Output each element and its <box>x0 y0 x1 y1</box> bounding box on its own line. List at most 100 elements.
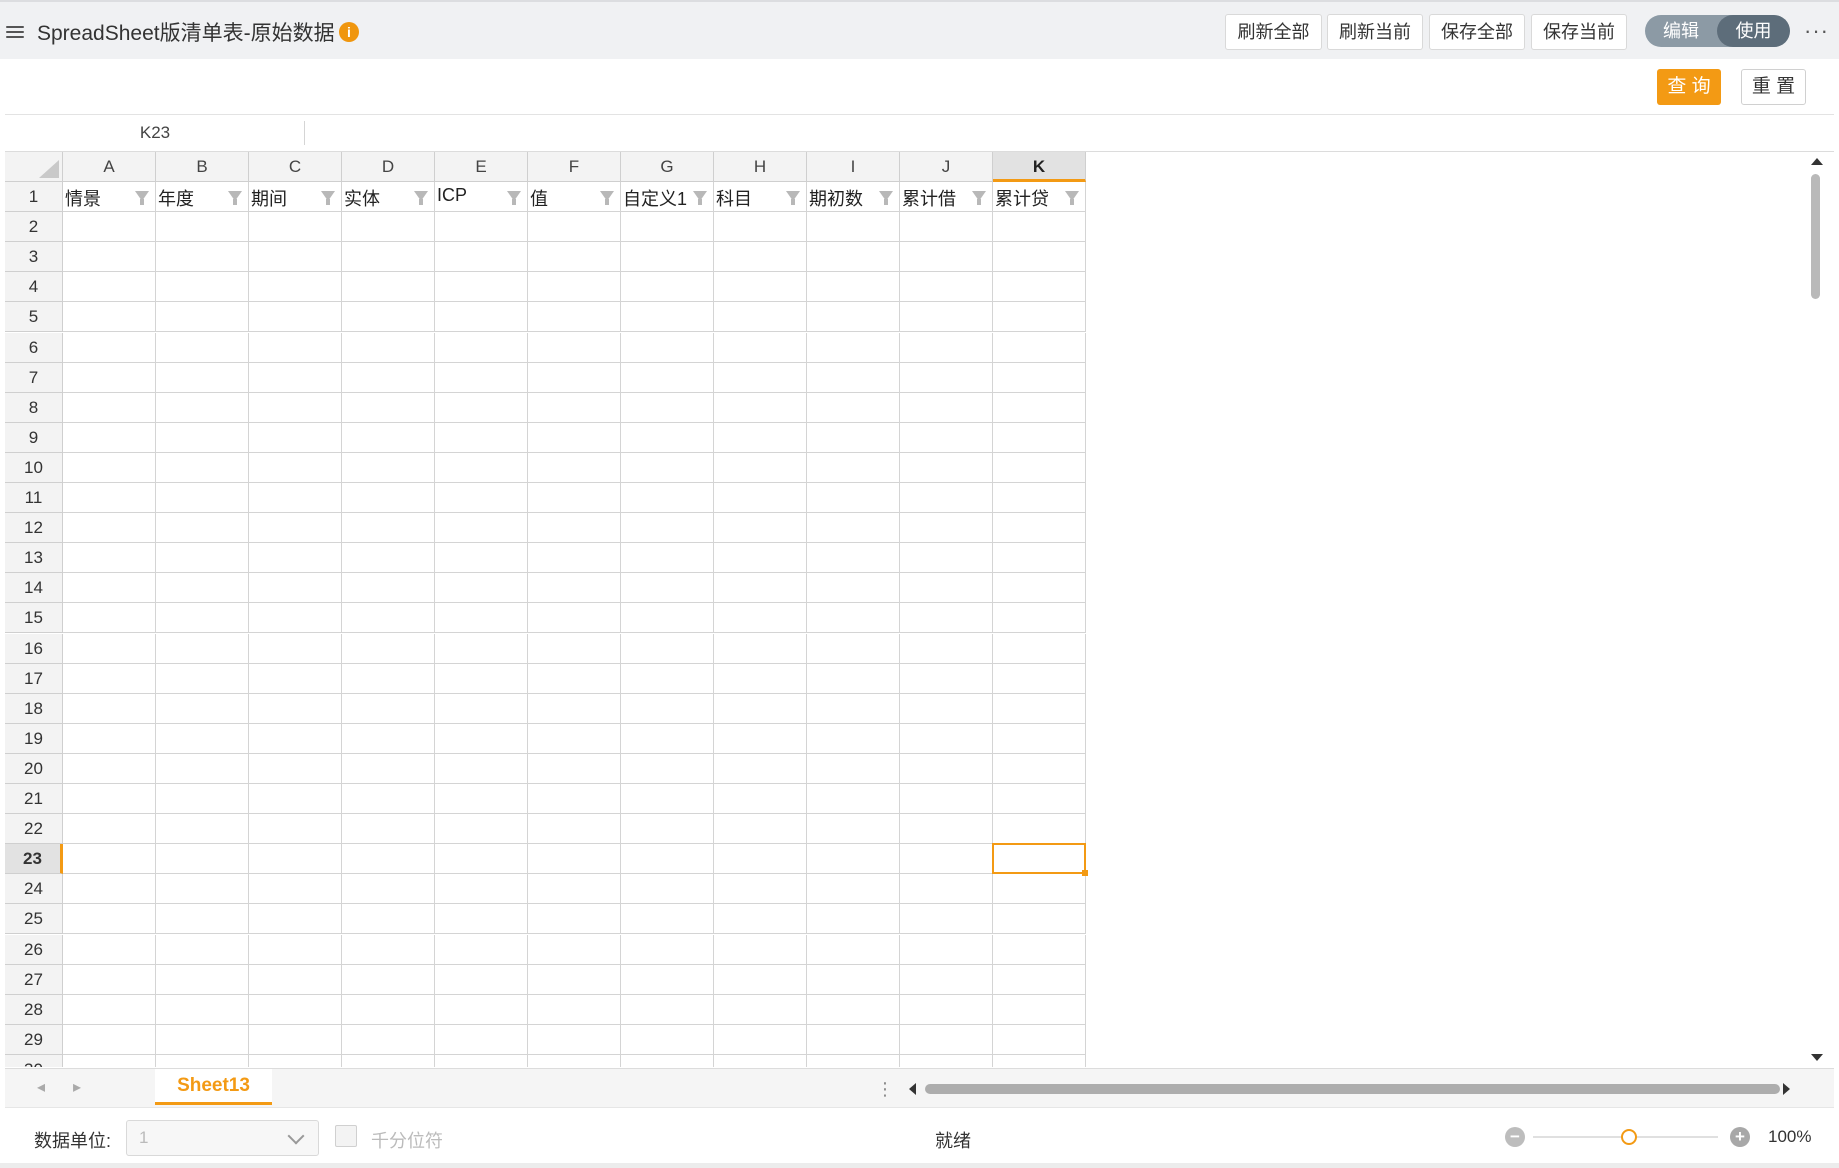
cell-k19[interactable] <box>993 723 1086 754</box>
cell-d15[interactable] <box>342 603 435 634</box>
cell-g7[interactable] <box>621 362 714 393</box>
horizontal-scroll-thumb[interactable] <box>925 1084 1780 1094</box>
edit-mode-option[interactable]: 编辑 <box>1645 15 1717 47</box>
cell-c18[interactable] <box>249 693 342 724</box>
cell-k16[interactable] <box>993 633 1086 664</box>
cell-a4[interactable] <box>63 272 156 303</box>
filter-icon[interactable] <box>321 191 335 205</box>
row-header-7[interactable]: 7 <box>5 362 63 393</box>
cell-k22[interactable] <box>993 814 1086 845</box>
cell-b22[interactable] <box>156 814 249 845</box>
cell-k26[interactable] <box>993 934 1086 965</box>
cell-d4[interactable] <box>342 272 435 303</box>
cell-f29[interactable] <box>528 1024 621 1055</box>
cell-e14[interactable] <box>435 573 528 604</box>
cell-a10[interactable] <box>63 452 156 483</box>
row-header-30[interactable]: 30 <box>5 1054 63 1067</box>
cell-f8[interactable] <box>528 392 621 423</box>
cell-f4[interactable] <box>528 272 621 303</box>
cell-d5[interactable] <box>342 302 435 333</box>
cell-b26[interactable] <box>156 934 249 965</box>
cell-f10[interactable] <box>528 452 621 483</box>
cell-j1[interactable]: 累计借 <box>900 182 993 213</box>
cell-h2[interactable] <box>714 212 807 243</box>
cell-h13[interactable] <box>714 543 807 574</box>
scroll-up-arrow-icon[interactable] <box>1811 158 1823 165</box>
cell-b11[interactable] <box>156 483 249 514</box>
filter-icon[interactable] <box>972 191 986 205</box>
cell-k2[interactable] <box>993 212 1086 243</box>
cell-e15[interactable] <box>435 603 528 634</box>
column-header-k[interactable]: K <box>993 152 1086 182</box>
cell-b2[interactable] <box>156 212 249 243</box>
cell-c1[interactable]: 期间 <box>249 182 342 213</box>
filter-icon[interactable] <box>135 191 149 205</box>
cell-h4[interactable] <box>714 272 807 303</box>
row-header-26[interactable]: 26 <box>5 934 63 965</box>
cell-i30[interactable] <box>807 1054 900 1067</box>
filter-icon[interactable] <box>507 191 521 205</box>
cell-c30[interactable] <box>249 1054 342 1067</box>
cell-a28[interactable] <box>63 994 156 1025</box>
cell-d22[interactable] <box>342 814 435 845</box>
row-header-5[interactable]: 5 <box>5 302 63 333</box>
cell-j2[interactable] <box>900 212 993 243</box>
cell-i22[interactable] <box>807 814 900 845</box>
thousand-separator-checkbox[interactable] <box>335 1125 357 1147</box>
filter-icon[interactable] <box>879 191 893 205</box>
cell-d19[interactable] <box>342 723 435 754</box>
cell-h17[interactable] <box>714 663 807 694</box>
cell-j27[interactable] <box>900 964 993 995</box>
cell-k25[interactable] <box>993 904 1086 935</box>
cell-a30[interactable] <box>63 1054 156 1067</box>
cell-d10[interactable] <box>342 452 435 483</box>
cell-f27[interactable] <box>528 964 621 995</box>
cell-h25[interactable] <box>714 904 807 935</box>
row-header-10[interactable]: 10 <box>5 452 63 483</box>
cell-f24[interactable] <box>528 874 621 905</box>
cell-a21[interactable] <box>63 784 156 815</box>
cell-h9[interactable] <box>714 422 807 453</box>
cell-i6[interactable] <box>807 332 900 363</box>
cell-h11[interactable] <box>714 483 807 514</box>
cell-i10[interactable] <box>807 452 900 483</box>
cell-c26[interactable] <box>249 934 342 965</box>
row-header-13[interactable]: 13 <box>5 543 63 574</box>
cell-j9[interactable] <box>900 422 993 453</box>
cell-h7[interactable] <box>714 362 807 393</box>
query-button[interactable]: 查 询 <box>1657 69 1721 105</box>
cell-j4[interactable] <box>900 272 993 303</box>
cell-e10[interactable] <box>435 452 528 483</box>
cell-e23[interactable] <box>435 844 528 875</box>
cell-a24[interactable] <box>63 874 156 905</box>
cell-g13[interactable] <box>621 543 714 574</box>
cell-d28[interactable] <box>342 994 435 1025</box>
cell-a25[interactable] <box>63 904 156 935</box>
cell-k8[interactable] <box>993 392 1086 423</box>
cell-b27[interactable] <box>156 964 249 995</box>
cell-b8[interactable] <box>156 392 249 423</box>
row-header-19[interactable]: 19 <box>5 723 63 754</box>
cell-a2[interactable] <box>63 212 156 243</box>
cell-g16[interactable] <box>621 633 714 664</box>
cell-i26[interactable] <box>807 934 900 965</box>
cell-a15[interactable] <box>63 603 156 634</box>
column-header-h[interactable]: H <box>714 152 807 182</box>
row-header-21[interactable]: 21 <box>5 784 63 815</box>
cell-e28[interactable] <box>435 994 528 1025</box>
cell-i15[interactable] <box>807 603 900 634</box>
cell-d18[interactable] <box>342 693 435 724</box>
column-header-d[interactable]: D <box>342 152 435 182</box>
tab-prev-icon[interactable]: ◂ <box>37 1077 45 1097</box>
cell-f23[interactable] <box>528 844 621 875</box>
cell-c17[interactable] <box>249 663 342 694</box>
cell-i16[interactable] <box>807 633 900 664</box>
scroll-left-arrow-icon[interactable] <box>909 1083 916 1095</box>
cell-k15[interactable] <box>993 603 1086 634</box>
cell-f11[interactable] <box>528 483 621 514</box>
cell-i19[interactable] <box>807 723 900 754</box>
cell-b23[interactable] <box>156 844 249 875</box>
cell-k27[interactable] <box>993 964 1086 995</box>
cell-e8[interactable] <box>435 392 528 423</box>
cell-c6[interactable] <box>249 332 342 363</box>
